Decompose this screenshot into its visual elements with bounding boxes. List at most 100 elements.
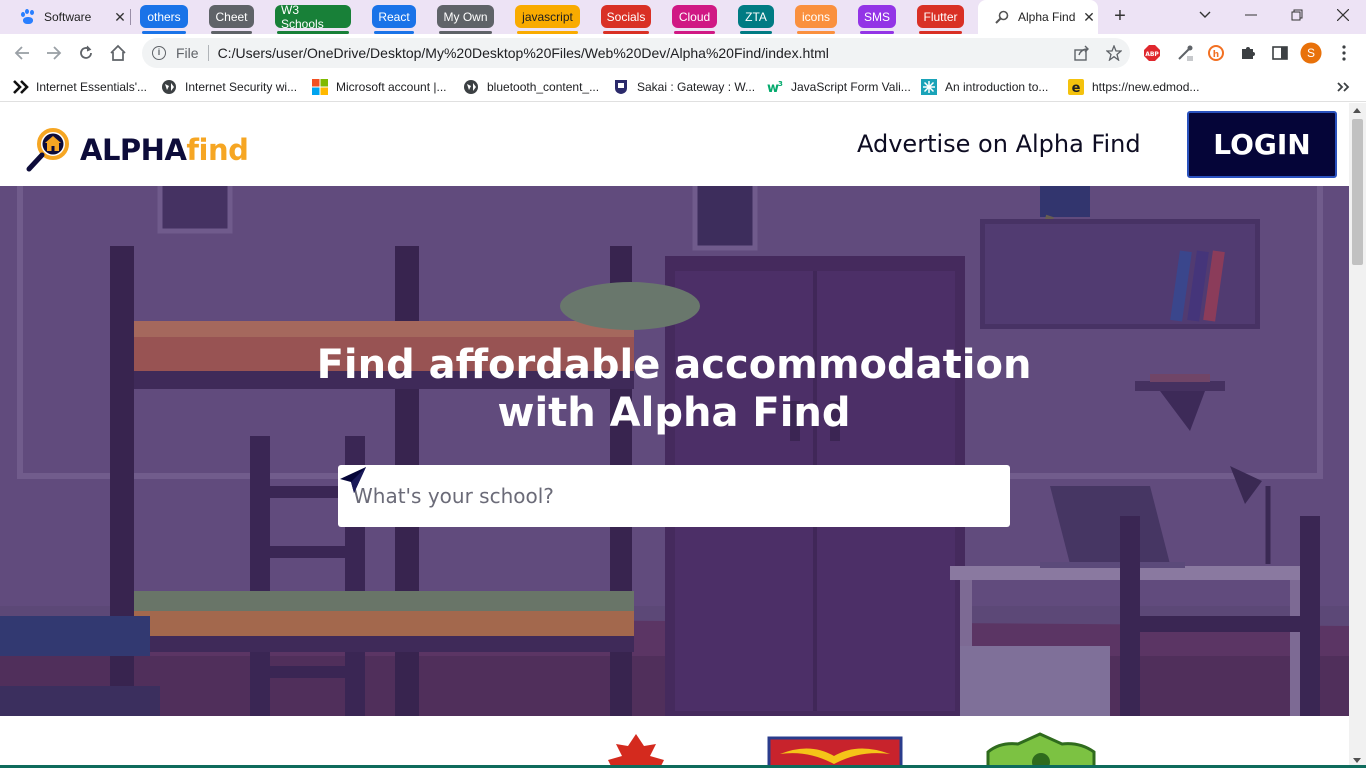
forward-button[interactable] xyxy=(41,40,67,66)
tab-group-w3-schools[interactable]: W3 Schools xyxy=(275,2,351,34)
alpha-find-logo[interactable]: ALPHAfind xyxy=(24,125,249,175)
hero-section: Find affordable accommodation with Alpha… xyxy=(0,186,1349,716)
tab-label: Software xyxy=(44,10,92,24)
bookmark-microsoft-account[interactable]: Microsoft account |... xyxy=(312,77,447,97)
bookmark-label: An introduction to... xyxy=(945,80,1049,94)
share-icon[interactable] xyxy=(1066,42,1098,64)
chrome-menu-icon[interactable] xyxy=(1333,42,1355,64)
svg-text:3: 3 xyxy=(778,80,783,88)
advertise-link[interactable]: Advertise on Alpha Find xyxy=(857,130,1141,158)
logo-word-alpha: ALPHA xyxy=(80,133,187,167)
partner-schools-strip xyxy=(0,716,1349,768)
school-search-input[interactable] xyxy=(338,465,950,527)
w3schools-icon: w3 xyxy=(767,79,783,96)
bookmark-sakai-gateway[interactable]: Sakai : Gateway : W... xyxy=(613,77,755,97)
magnifier-house-icon xyxy=(26,128,69,172)
school-search-box xyxy=(338,465,1010,527)
home-button[interactable] xyxy=(105,40,131,66)
bookmark-label: Microsoft account |... xyxy=(336,80,447,94)
tab-group-label: W3 Schools xyxy=(281,2,324,31)
tab-group-label: My Own xyxy=(443,9,488,24)
bookmark-label: bluetooth_content_... xyxy=(487,80,600,94)
tab-strip: Software ✕ others Cheet W3 Schools React… xyxy=(0,0,1366,34)
bookmark-label: Internet Essentials'... xyxy=(36,80,148,94)
tab-group-javascript[interactable]: javascript xyxy=(515,5,580,34)
scrollbar-thumb[interactable] xyxy=(1352,119,1363,265)
info-icon[interactable]: i xyxy=(152,46,166,60)
bookmark-internet-essentials[interactable]: Internet Essentials'... xyxy=(12,77,147,97)
tab-alpha-find[interactable]: Alpha Find ✕ xyxy=(978,0,1098,34)
partner-logo-eagle-crest xyxy=(767,736,903,768)
tab-group-others[interactable]: others xyxy=(140,5,188,34)
hero-overlay xyxy=(0,186,1349,716)
side-panel-icon[interactable] xyxy=(1269,42,1291,64)
tab-divider xyxy=(130,9,131,25)
magnifier-favicon-icon xyxy=(994,9,1010,25)
bookmark-internet-security[interactable]: Internet Security wi... xyxy=(161,77,297,97)
svg-text:e: e xyxy=(1072,81,1081,95)
tab-search-chevron-icon[interactable] xyxy=(1182,0,1228,30)
reload-button[interactable] xyxy=(73,40,99,66)
tab-group-react[interactable]: React xyxy=(372,5,416,34)
paper-plane-icon xyxy=(340,467,366,493)
tab-group-icons[interactable]: icons xyxy=(795,5,837,34)
profile-initial: S xyxy=(1306,46,1315,60)
tab-group-label: Flutter xyxy=(923,9,958,24)
bookmark-an-introduction[interactable]: An introduction to... xyxy=(921,77,1048,97)
tab-group-label: others xyxy=(147,9,181,24)
edmodo-icon: e xyxy=(1068,79,1084,96)
new-tab-button[interactable]: + xyxy=(1108,4,1132,28)
address-bar[interactable]: i File C:/Users/user/OneDrive/Desktop/My… xyxy=(142,38,1130,68)
tab-group-cloud[interactable]: Cloud xyxy=(672,5,717,34)
tab-group-zta[interactable]: ZTA xyxy=(738,5,774,34)
partner-logo-green-shield xyxy=(986,732,1096,768)
bookmark-label: Sakai : Gateway : W... xyxy=(637,80,756,94)
page-scrollbar[interactable] xyxy=(1349,103,1366,768)
microsoft-logo-icon xyxy=(312,79,328,95)
bookmarks-bar: Internet Essentials'... Internet Securit… xyxy=(0,72,1366,102)
scroll-up-arrow-icon[interactable] xyxy=(1353,108,1361,113)
svg-text:ABP: ABP xyxy=(1145,51,1159,58)
bookmark-edmodo[interactable]: e https://new.edmod... xyxy=(1068,77,1199,97)
close-tab-icon[interactable]: ✕ xyxy=(112,9,128,26)
tab-group-sms[interactable]: SMS xyxy=(858,5,896,34)
tab-group-label: javascript xyxy=(522,9,573,24)
omnibox-divider xyxy=(207,45,209,61)
tab-group-label: Cloud xyxy=(678,9,711,24)
extensions-puzzle-icon[interactable] xyxy=(1237,42,1259,64)
svg-text:h: h xyxy=(1213,50,1219,60)
site-header: ALPHAfind Advertise on Alpha Find LOGIN xyxy=(0,103,1349,186)
logo-wordmark: ALPHAfind xyxy=(80,133,249,167)
url-text[interactable]: C:/Users/user/OneDrive/Desktop/My%20Desk… xyxy=(218,45,1066,61)
tab-group-label: React xyxy=(378,9,410,24)
bookmark-bluetooth-content[interactable]: bluetooth_content_... xyxy=(463,77,599,97)
tab-group-label: Cheet xyxy=(215,9,248,24)
profile-avatar[interactable]: S xyxy=(1300,42,1322,64)
bookmark-javascript-form-validation[interactable]: w3 JavaScript Form Vali... xyxy=(767,77,911,97)
snowflake-icon xyxy=(921,79,937,95)
hero-title-line1: Find affordable accommodation xyxy=(316,342,1032,388)
hero-title-line2: with Alpha Find xyxy=(497,390,851,436)
tab-group-label: icons xyxy=(801,9,830,24)
tab-group-cheet[interactable]: Cheet xyxy=(209,5,254,34)
tab-group-my-own[interactable]: My Own xyxy=(437,5,494,34)
color-picker-icon[interactable] xyxy=(1174,42,1196,64)
close-tab-icon[interactable]: ✕ xyxy=(1080,9,1098,26)
tab-group-socials[interactable]: Socials xyxy=(601,5,651,34)
close-window-button[interactable] xyxy=(1320,0,1366,30)
tab-software[interactable]: Software ✕ xyxy=(8,4,128,30)
back-button[interactable] xyxy=(9,40,35,66)
search-submit-button[interactable] xyxy=(340,465,1010,527)
login-button[interactable]: LOGIN xyxy=(1187,111,1337,178)
url-scheme: File xyxy=(176,45,199,61)
minimize-button[interactable] xyxy=(1228,0,1274,30)
scroll-down-arrow-icon[interactable] xyxy=(1353,758,1361,763)
browser-toolbar: i File C:/Users/user/OneDrive/Desktop/My… xyxy=(0,34,1366,72)
adblock-icon[interactable]: ABP xyxy=(1141,42,1163,64)
restore-button[interactable] xyxy=(1274,0,1320,30)
bookmark-star-icon[interactable] xyxy=(1098,42,1130,64)
more-bookmarks-button[interactable] xyxy=(1336,77,1350,97)
globe-icon xyxy=(463,79,479,95)
honey-extension-icon[interactable]: h xyxy=(1205,42,1227,64)
tab-group-flutter[interactable]: Flutter xyxy=(917,5,964,34)
